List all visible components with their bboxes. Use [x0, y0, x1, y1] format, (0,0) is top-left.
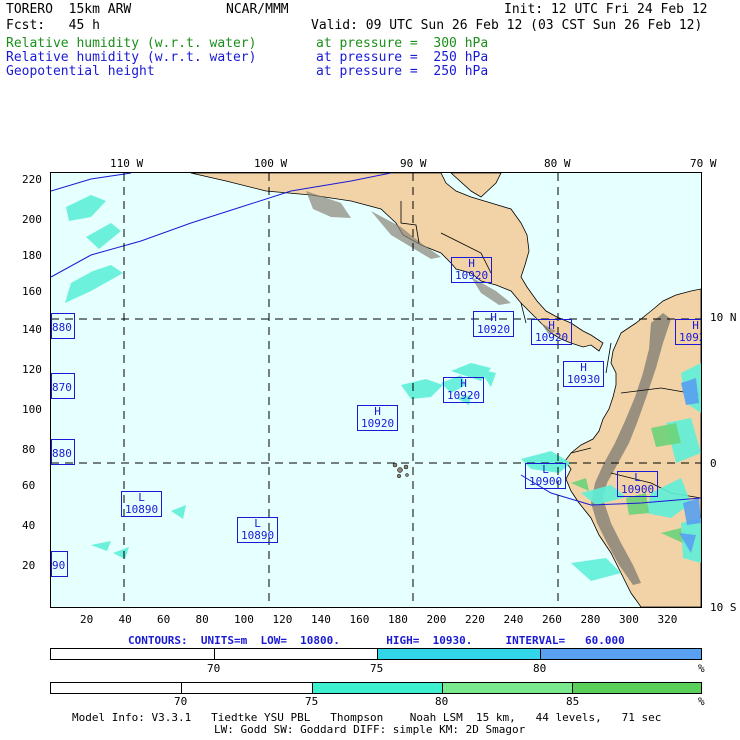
edge-center-label: 880: [51, 313, 75, 339]
high-center-box: H10920: [443, 377, 485, 403]
cb250-tick-80: 80: [533, 662, 547, 675]
high-center-box-value: 10920: [455, 269, 489, 282]
low-center-box-value: 10890: [241, 529, 275, 542]
map-svg: [51, 173, 701, 607]
colorbar-250-seg-3: [378, 649, 541, 659]
field-1-name: Relative humidity (w.r.t. water): [6, 36, 257, 51]
edge-center-label: 870: [51, 373, 75, 399]
low-center-box-value: 10900: [621, 483, 655, 496]
cb250-tick-75: 75: [370, 662, 384, 675]
high-center-box-value: 10920: [477, 323, 511, 336]
cb300-tick-70: 70: [174, 695, 188, 708]
y-tick-label: 160: [22, 285, 42, 298]
model-title: TORERO 15km ARW: [6, 2, 132, 17]
field-1-level: at pressure = 300 hPa: [316, 36, 489, 51]
colorbar-250-seg-4: [541, 649, 701, 659]
y-tick-label: 200: [22, 213, 42, 226]
cb300-tick-85: 85: [566, 695, 580, 708]
high-center-box-value: 10920: [361, 417, 395, 430]
cb300-unit: %: [698, 695, 705, 708]
low-center-box: L 10900: [617, 471, 659, 497]
x-tick-label: 20: [80, 613, 94, 626]
high-center-box-value: 10930: [567, 373, 601, 386]
field-3-level: at pressure = 250 hPa: [316, 64, 489, 79]
x-tick-label: 180: [388, 613, 408, 626]
high-center-box: H 10930: [563, 361, 605, 387]
colorbar-300-seg-1: [51, 683, 182, 693]
cb300-tick-80: 80: [435, 695, 449, 708]
x-tick-label: 320: [657, 613, 678, 626]
lat-label-0: 0: [710, 457, 717, 470]
x-tick-label: 80: [195, 613, 209, 626]
cb300-tick-75: 75: [305, 695, 319, 708]
lon-label-110w: 110 W: [110, 157, 144, 170]
cb250-unit: %: [698, 662, 705, 675]
high-center-box: H10920: [357, 405, 399, 431]
field-2-level: at pressure = 250 hPa: [316, 50, 489, 65]
low-center-box-value: 10890: [125, 503, 159, 516]
x-tick-label: 40: [118, 613, 132, 626]
y-tick-label: 140: [22, 323, 42, 336]
edge-center-label: 90: [51, 551, 69, 577]
lat-label-10s: 10 S: [710, 601, 737, 614]
lon-label-100w: 100 W: [254, 157, 288, 170]
low-center-box: L 10890: [237, 517, 279, 543]
colorbar-300-seg-4: [443, 683, 573, 693]
high-center-box: H10920: [675, 319, 701, 345]
y-tick-label: 100: [22, 403, 42, 416]
x-tick-label: 60: [157, 613, 171, 626]
field-3-name: Geopotential height: [6, 64, 155, 79]
x-tick-label: 240: [503, 613, 524, 626]
x-tick-label: 260: [542, 613, 562, 626]
y-tick-label: 220: [22, 173, 42, 186]
high-center-box: H10920: [473, 311, 515, 337]
contours-info: CONTOURS: UNITS=m LOW= 10800. HIGH= 1093…: [128, 634, 625, 647]
high-center-box-value: 10920: [535, 331, 569, 344]
valid-time: Valid: 09 UTC Sun 26 Feb 12 (03 CST Sun …: [311, 18, 703, 33]
x-tick-label: 280: [580, 613, 601, 626]
x-tick-label: 120: [272, 613, 293, 626]
lon-label-80w: 80 W: [544, 157, 571, 170]
x-tick-label: 200: [426, 613, 447, 626]
high-center-box: H10920: [531, 319, 573, 345]
x-tick-label: 300: [619, 613, 639, 626]
colorbar-250-seg-1: [51, 649, 215, 659]
organization-label: NCAR/MMM: [226, 2, 289, 17]
cb250-tick-70: 70: [207, 662, 221, 675]
lon-label-70w: 70 W: [690, 157, 717, 170]
low-center-box: L 10900: [525, 463, 567, 489]
field-2-name: Relative humidity (w.r.t. water): [6, 50, 257, 65]
forecast-hour: Fcst: 45 h: [6, 18, 100, 33]
colorbar-300-seg-2: [182, 683, 313, 693]
lon-label-90w: 90 W: [400, 157, 427, 170]
high-center-box-value: 10920: [679, 331, 701, 344]
high-center-box-value: 10920: [447, 389, 481, 402]
colorbar-300-seg-3: [313, 683, 443, 693]
init-time: Init: 12 UTC Fri 24 Feb 12: [504, 2, 708, 17]
x-tick-label: 100: [234, 613, 254, 626]
x-tick-label: 140: [311, 613, 331, 626]
edge-center-label: 880: [51, 439, 75, 465]
y-tick-label: 20: [22, 559, 36, 572]
x-tick-label: 220: [465, 613, 485, 626]
colorbar-250hpa: [50, 648, 702, 660]
high-center-box: H10920: [451, 257, 493, 283]
colorbar-250-seg-2: [215, 649, 378, 659]
x-tick-label: 160: [349, 613, 370, 626]
y-tick-label: 180: [22, 249, 42, 262]
lat-label-10n: 10 N: [710, 311, 737, 324]
model-info-line-2: LW: Godd SW: Goddard DIFF: simple KM: 2D…: [214, 723, 526, 736]
y-tick-label: 40: [22, 519, 36, 532]
y-tick-label: 120: [22, 363, 42, 376]
map-panel: H10920 H10920 H10920 H10920 H10930 H10920 H109…: [50, 172, 702, 608]
low-center-box-value: 10900: [529, 475, 563, 488]
low-center-box: L 10890: [121, 491, 163, 517]
y-tick-label: 80: [22, 443, 36, 456]
colorbar-300-seg-5: [573, 683, 701, 693]
y-tick-label: 60: [22, 479, 36, 492]
colorbar-300hpa: [50, 682, 702, 694]
